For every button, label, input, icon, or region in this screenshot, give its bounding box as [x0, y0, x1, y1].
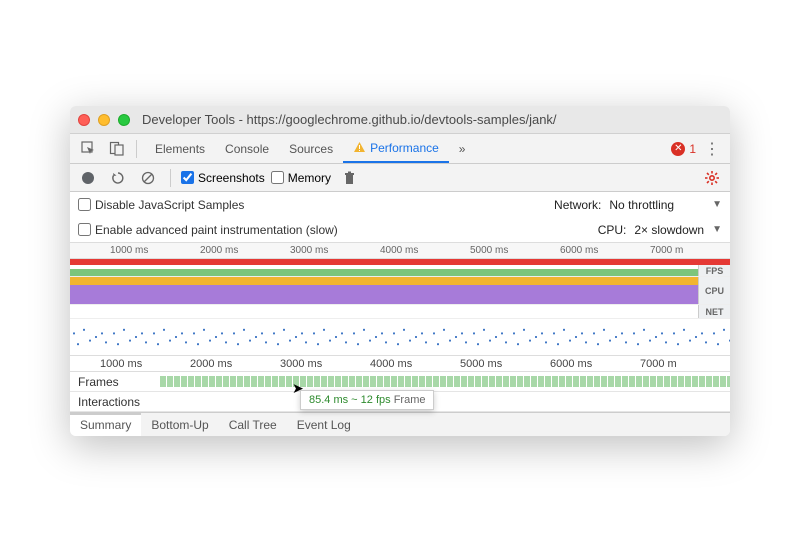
interactions-track[interactable]: Interactions ➤ 85.4 ms ~ 12 fps Frame — [70, 392, 730, 412]
cpu-lane: CPU — [70, 277, 730, 305]
performance-toolbar: Screenshots Memory — [70, 164, 730, 192]
error-icon: ✕ — [671, 142, 685, 156]
tab-summary[interactable]: Summary — [70, 413, 141, 436]
inspect-element-icon[interactable] — [76, 137, 100, 161]
network-throttling-select[interactable]: Network: No throttling ▼ — [554, 198, 722, 212]
reload-record-button[interactable] — [106, 166, 130, 190]
enable-paint-instrumentation-checkbox[interactable]: Enable advanced paint instrumentation (s… — [78, 223, 338, 237]
zoom-window-button[interactable] — [118, 114, 130, 126]
close-window-button[interactable] — [78, 114, 90, 126]
console-error-badge[interactable]: ✕ 1 — [671, 142, 696, 156]
titlebar: Developer Tools - https://googlechrome.g… — [70, 106, 730, 134]
frames-track[interactable]: Frames — [70, 372, 730, 392]
heap-scatter — [70, 319, 730, 355]
disable-js-samples-checkbox[interactable]: Disable JavaScript Samples — [78, 198, 244, 212]
capture-settings-icon[interactable] — [700, 166, 724, 190]
details-tabs: Summary Bottom-Up Call Tree Event Log — [70, 412, 730, 436]
memory-checkbox-input[interactable] — [271, 171, 284, 184]
overview-ruler[interactable]: 1000 ms 2000 ms 3000 ms 4000 ms 5000 ms … — [70, 243, 730, 259]
tab-sources[interactable]: Sources — [279, 134, 343, 163]
timeline-overview[interactable]: 1000 ms 2000 ms 3000 ms 4000 ms 5000 ms … — [70, 243, 730, 412]
tab-bottom-up[interactable]: Bottom-Up — [141, 413, 218, 436]
chevron-down-icon: ▼ — [712, 224, 722, 235]
screenshots-checkbox[interactable]: Screenshots — [181, 171, 265, 185]
cursor-icon: ➤ — [292, 380, 304, 397]
capture-options: Disable JavaScript Samples Network: No t… — [70, 192, 730, 243]
minimize-window-button[interactable] — [98, 114, 110, 126]
chevron-down-icon: ▼ — [712, 199, 722, 210]
disable-js-samples-input[interactable] — [78, 198, 91, 211]
separator — [170, 169, 171, 187]
overview-lanes[interactable]: FPS CPU NET — [70, 259, 730, 355]
frames-strip — [160, 376, 730, 387]
collect-garbage-button[interactable] — [337, 166, 361, 190]
warning-icon — [353, 141, 366, 154]
enable-paint-instrumentation-input[interactable] — [78, 223, 91, 236]
clear-button[interactable] — [136, 166, 160, 190]
tab-performance[interactable]: Performance — [343, 134, 449, 163]
tabs-overflow[interactable]: » — [449, 134, 476, 163]
memory-checkbox[interactable]: Memory — [271, 171, 331, 185]
tab-elements[interactable]: Elements — [145, 134, 215, 163]
cpu-throttling-select[interactable]: CPU: 2× slowdown ▼ — [598, 223, 722, 237]
toggle-device-icon[interactable] — [104, 137, 128, 161]
devtools-window: Developer Tools - https://googlechrome.g… — [70, 106, 730, 436]
opt-row-1: Disable JavaScript Samples Network: No t… — [70, 192, 730, 217]
flame-ruler[interactable]: 1000 ms 2000 ms 3000 ms 4000 ms 5000 ms … — [70, 355, 730, 372]
net-lane: NET — [70, 305, 730, 319]
panel-tabs: Elements Console Sources Performance » — [145, 134, 475, 163]
frame-tooltip: 85.4 ms ~ 12 fps Frame — [300, 390, 434, 410]
separator — [136, 140, 137, 158]
tab-call-tree[interactable]: Call Tree — [219, 413, 287, 436]
tab-event-log[interactable]: Event Log — [287, 413, 361, 436]
traffic-lights — [78, 114, 130, 126]
record-button[interactable] — [76, 166, 100, 190]
more-menu-icon[interactable]: ⋮ — [700, 137, 724, 161]
panel-tabbar: Elements Console Sources Performance » ✕… — [70, 134, 730, 164]
opt-row-2: Enable advanced paint instrumentation (s… — [70, 217, 730, 242]
window-title: Developer Tools - https://googlechrome.g… — [142, 112, 557, 127]
fps-lane: FPS — [70, 265, 730, 277]
tab-console[interactable]: Console — [215, 134, 279, 163]
screenshots-checkbox-input[interactable] — [181, 171, 194, 184]
